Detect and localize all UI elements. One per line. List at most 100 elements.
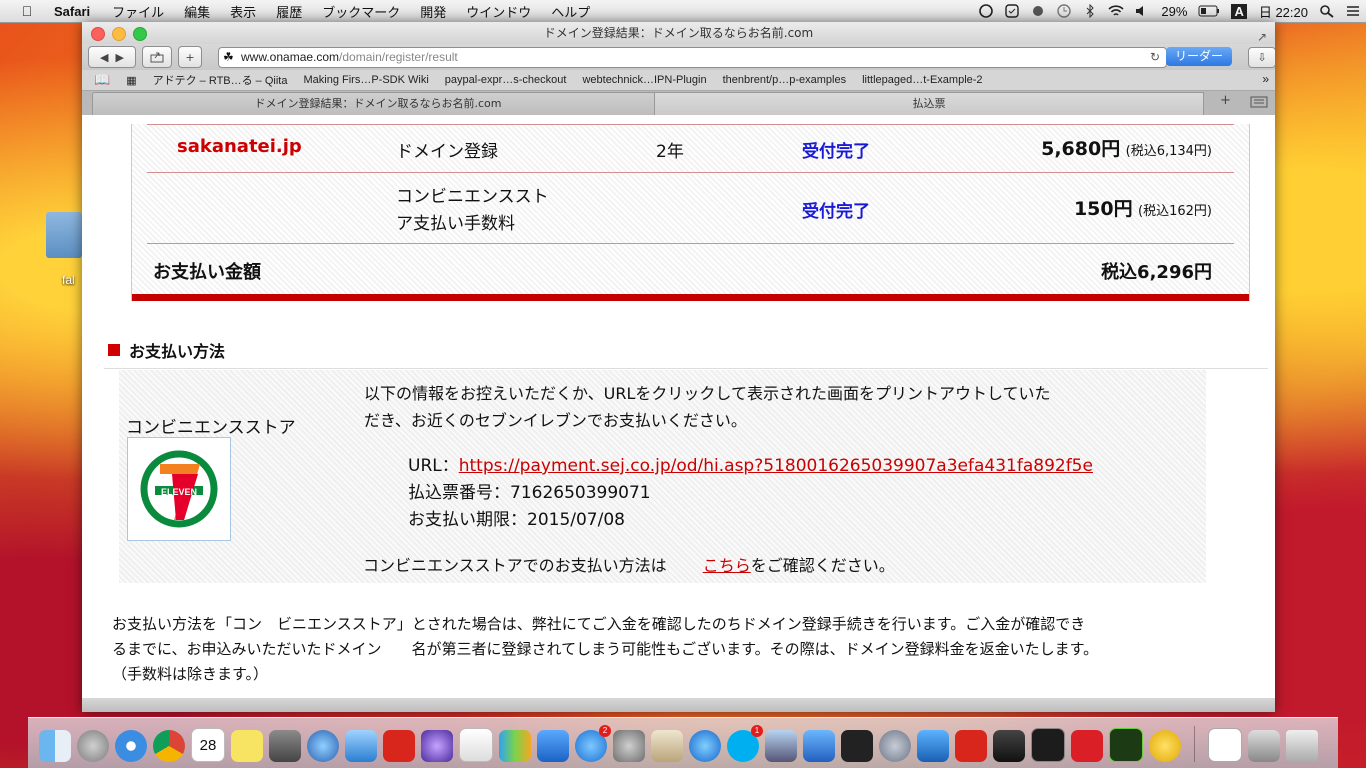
r-icon[interactable] — [879, 730, 911, 762]
back-forward-buttons[interactable]: ◀ ▶ — [88, 46, 136, 68]
imovie-icon[interactable] — [421, 730, 453, 762]
address-url[interactable]: www.onamae.com/domain/register/result — [241, 48, 458, 67]
spotlight-search-icon[interactable] — [1319, 4, 1335, 18]
browser-toolbar: ◀ ▶ + ☘ www.onamae.com/domain/register/r… — [82, 44, 1275, 70]
menu-develop[interactable]: 開発 — [420, 2, 446, 21]
itunes-icon[interactable] — [689, 730, 721, 762]
menu-file[interactable]: ファイル — [112, 2, 164, 21]
numbers-icon[interactable] — [499, 730, 531, 762]
apple-menu-icon[interactable]:  — [16, 3, 38, 19]
x11-icon[interactable] — [993, 730, 1025, 762]
reading-list-icon[interactable]: 📖 — [94, 72, 110, 88]
bookmark-item[interactable]: Making Firs…P-SDK Wiki — [303, 74, 428, 86]
payment-url-row: URL：https://payment.sej.co.jp/od/hi.asp?… — [408, 451, 1093, 476]
downloads-stack-icon[interactable] — [1248, 730, 1280, 762]
payment-ticket-number: 7162650399071 — [510, 483, 651, 503]
payment-help-link[interactable]: こちら — [703, 556, 751, 575]
payment-url-link[interactable]: https://payment.sej.co.jp/od/hi.asp?5180… — [459, 456, 1093, 476]
cyberduck-icon[interactable] — [1149, 730, 1181, 762]
close-window-button[interactable] — [91, 27, 105, 41]
plus-icon: + — [185, 50, 195, 64]
bookmark-item[interactable]: littlepaged…t-Example-2 — [862, 74, 982, 86]
reload-icon[interactable]: ↻ — [1150, 48, 1160, 67]
menu-view[interactable]: 表示 — [230, 2, 256, 21]
menu-bookmarks[interactable]: ブックマーク — [322, 2, 400, 21]
unity-icon[interactable] — [841, 730, 873, 762]
acrobat-icon[interactable] — [955, 730, 987, 762]
bookmarks-overflow-icon[interactable]: » — [1262, 72, 1269, 86]
time-machine-icon[interactable] — [1056, 4, 1072, 18]
menu-window[interactable]: ウインドウ — [466, 2, 531, 21]
chrome-icon[interactable] — [153, 730, 185, 762]
bookmark-item[interactable]: paypal-expr…s-checkout — [445, 74, 567, 86]
order-item-fee-line1: コンビニエンススト — [396, 187, 549, 207]
menubar-clock[interactable]: 日 22:20 — [1259, 2, 1308, 21]
dock-separator — [1194, 726, 1195, 762]
system-preferences-icon[interactable] — [613, 730, 645, 762]
new-tab-button[interactable]: + — [178, 46, 202, 68]
keynote-icon[interactable] — [537, 730, 569, 762]
terminal-icon[interactable] — [1031, 728, 1065, 762]
checklist-status-icon[interactable] — [1004, 4, 1020, 18]
finder-icon[interactable] — [39, 730, 71, 762]
tab-payment-slip[interactable]: 払込票 — [654, 92, 1204, 115]
reader-button[interactable]: リーダー — [1166, 47, 1232, 66]
trash-icon[interactable] — [1286, 730, 1318, 762]
wireshark-icon[interactable] — [917, 730, 949, 762]
forward-arrow-icon[interactable]: ▶ — [116, 51, 124, 64]
launchpad-icon[interactable] — [77, 730, 109, 762]
bookmark-item[interactable]: thenbrent/p…p-examples — [723, 74, 847, 86]
bluetooth-icon[interactable] — [1082, 3, 1098, 19]
payment-section-title: お支払い方法 — [108, 338, 225, 362]
creative-cloud-status-icon[interactable] — [978, 4, 994, 18]
menu-help[interactable]: ヘルプ — [551, 2, 590, 21]
disconnected-status-icon[interactable] — [1030, 4, 1046, 18]
volume-icon[interactable] — [1134, 4, 1150, 18]
window-bottom-edge — [82, 698, 1275, 712]
xmind-icon[interactable] — [383, 730, 415, 762]
section-marker-icon — [108, 344, 120, 356]
bookmark-item[interactable]: webtechnick…IPN-Plugin — [582, 74, 706, 86]
thunderbird-icon[interactable] — [307, 730, 339, 762]
safari-icon[interactable] — [115, 730, 147, 762]
downloads-button[interactable]: ⇩ — [1248, 47, 1275, 68]
top-sites-icon[interactable]: ▦ — [126, 74, 136, 87]
back-arrow-icon[interactable]: ◀ — [100, 51, 108, 64]
stickies-icon[interactable] — [231, 730, 263, 762]
tab-domain-result[interactable]: ドメイン登録結果：ドメイン取るならお名前.com — [92, 92, 664, 115]
menu-edit[interactable]: 編集 — [184, 2, 210, 21]
tab-list-icon[interactable] — [1250, 95, 1268, 109]
iphoto-icon[interactable] — [765, 730, 797, 762]
app-store-icon[interactable]: 2 — [575, 725, 611, 762]
order-item-fee: コンビニエンススト ア支払い手数料 — [396, 184, 549, 238]
page-content: sakanatei.jp ドメイン登録 2年 受付完了 5,680円 (税込6,… — [82, 124, 1275, 698]
menu-history[interactable]: 履歴 — [276, 2, 302, 21]
textedit-icon[interactable] — [459, 728, 493, 762]
scripteditor-icon[interactable] — [651, 730, 683, 762]
xcode-icon[interactable] — [803, 730, 835, 762]
new-tab-icon[interactable]: + — [1220, 93, 1231, 108]
payment-section-title-text: お支払い方法 — [129, 342, 226, 361]
wifi-icon[interactable] — [1108, 4, 1124, 18]
dreamweaver-icon[interactable] — [1109, 728, 1143, 762]
zoom-window-button[interactable] — [133, 27, 147, 41]
minimize-window-button[interactable] — [112, 27, 126, 41]
skype-icon[interactable]: 1 — [727, 725, 763, 762]
creative-cloud-icon[interactable] — [1071, 730, 1103, 762]
menu-app-name[interactable]: Safari — [54, 4, 90, 19]
desktop-folder-icon[interactable] — [46, 212, 82, 258]
site-favicon-icon: ☘ — [223, 50, 234, 64]
bookmark-item[interactable]: アドテク – RTB…る – Qiita — [153, 72, 288, 88]
desktop-folder-label[interactable]: fal — [62, 273, 75, 287]
input-mode-indicator[interactable]: A — [1231, 3, 1247, 19]
address-bar[interactable]: ☘ www.onamae.com/domain/register/result … — [218, 47, 1167, 68]
battery-icon[interactable] — [1198, 4, 1220, 18]
share-button[interactable] — [142, 46, 172, 68]
section-divider — [104, 368, 1268, 369]
order-price-cell: 150円 (税込162円) — [1074, 194, 1212, 221]
document-stack-icon[interactable] — [1208, 728, 1242, 762]
preview-icon[interactable] — [345, 730, 377, 762]
facetime-icon[interactable] — [269, 730, 301, 762]
notification-center-icon[interactable] — [1345, 4, 1361, 18]
calendar-icon[interactable]: 28 — [191, 728, 225, 762]
